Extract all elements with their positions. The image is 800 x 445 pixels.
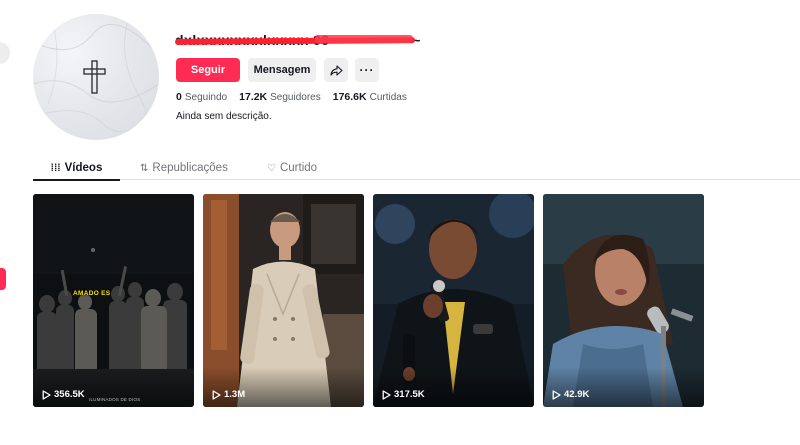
tab-label: Vídeos: [64, 162, 103, 174]
play-icon: [552, 389, 561, 400]
view-count: 356.5K: [42, 389, 85, 400]
stat-value: 176.6K: [332, 91, 367, 103]
share-button[interactable]: [324, 58, 348, 82]
avatar[interactable]: [33, 14, 159, 140]
side-nav-dot[interactable]: [0, 42, 10, 64]
message-button[interactable]: Mensagem: [248, 58, 316, 82]
bio-text: Ainda sem descrição.: [176, 111, 272, 122]
cross-icon: [33, 18, 159, 140]
repost-icon: ⇅: [140, 162, 149, 174]
profile-stats: 0 Seguindo 17.2K Seguidores 176.6K Curtidas: [176, 91, 407, 103]
view-count-text: 42.9K: [564, 389, 590, 400]
video-card[interactable]: AMADO ES ILUMINADOS DE DIOS 356.5K: [33, 194, 194, 407]
video-card[interactable]: 42.9K: [543, 194, 704, 407]
stat-following[interactable]: 0 Seguindo: [176, 91, 227, 103]
view-count: 317.5K: [382, 389, 425, 400]
tab-label: Curtido: [279, 162, 318, 174]
tab-label: Republicações: [152, 162, 228, 174]
stat-label: Curtidas: [369, 92, 407, 103]
stat-likes: 176.6K Curtidas: [333, 91, 407, 103]
view-count: 1.3M: [212, 389, 245, 400]
thumbnail-shade: [543, 367, 704, 407]
view-count-text: 317.5K: [394, 389, 425, 400]
stat-label: Seguindo: [184, 92, 228, 103]
video-card[interactable]: 1.3M: [203, 194, 364, 407]
tab-liked[interactable]: ♡ Curtido: [267, 156, 317, 180]
share-icon: [329, 64, 343, 76]
redaction-mark: [315, 35, 413, 43]
video-card[interactable]: 317.5K: [373, 194, 534, 407]
thumbnail-shade: [203, 367, 364, 407]
more-icon: ···: [359, 63, 375, 77]
view-count-text: 356.5K: [54, 389, 85, 400]
profile-tabs: ⁞⁞⁞ Vídeos ⇅ Republicações ♡ Curtido: [33, 156, 800, 181]
stat-label: Seguidores: [270, 92, 321, 103]
view-count-text: 1.3M: [224, 389, 246, 400]
side-nav-indicator[interactable]: [0, 268, 6, 290]
more-button[interactable]: ···: [355, 58, 379, 82]
tab-reposts[interactable]: ⇅ Republicações: [140, 156, 228, 180]
follow-button[interactable]: Seguir: [176, 58, 240, 82]
stat-followers[interactable]: 17.2K Seguidores: [239, 91, 321, 103]
video-caption: AMADO ES: [73, 290, 111, 297]
play-icon: [382, 389, 391, 400]
grid-icon: ⁞⁞⁞: [50, 162, 61, 174]
heart-icon: ♡: [267, 162, 276, 174]
tab-videos[interactable]: ⁞⁞⁞ Vídeos: [33, 156, 120, 181]
username: dxlxxxxxxxxlxxxxx 99 ~~~~~~~~~~: [174, 32, 420, 48]
thumbnail-shade: [373, 367, 534, 407]
view-count: 42.9K: [552, 389, 589, 400]
play-icon: [212, 389, 221, 400]
stat-value: 0: [176, 91, 182, 103]
stat-value: 17.2K: [239, 91, 268, 103]
play-icon: [42, 389, 51, 400]
video-watermark: ILUMINADOS DE DIOS: [89, 397, 141, 402]
